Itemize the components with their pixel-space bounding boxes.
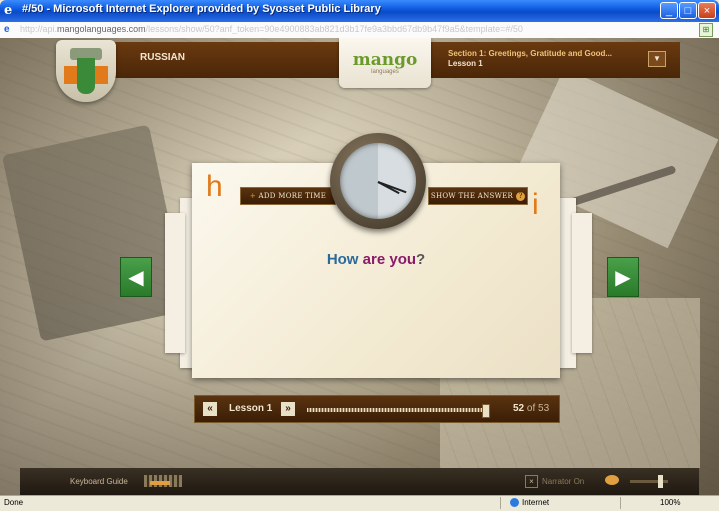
passport-background (1, 124, 189, 342)
section-name: Section 1: Greetings, Gratitude and Good… (448, 49, 613, 58)
narrator-toggle[interactable]: × (525, 475, 538, 488)
add-time-label: ADD MORE TIME (258, 192, 327, 200)
next-card-button[interactable]: ▶ (607, 257, 639, 297)
url-prefix: http://api. (20, 24, 58, 34)
chevron-down-icon[interactable]: ▼ (648, 51, 666, 67)
add-more-time-button[interactable]: + ADD MORE TIME (240, 187, 336, 205)
card-progress-slider[interactable] (307, 404, 491, 418)
keyboard-guide-label[interactable]: Keyboard Guide (70, 477, 128, 486)
question-icon: ? (516, 192, 526, 201)
narrator-label: Narrator On (542, 477, 585, 486)
keyboard-highlight (150, 481, 170, 485)
phrase-punct: ? (416, 251, 426, 268)
logo-text: mango (352, 50, 418, 70)
logo-subtext: languages (371, 69, 399, 75)
zone-label: Internet (522, 498, 550, 507)
ie-icon: e (4, 3, 13, 18)
volume-knob[interactable] (658, 475, 663, 488)
card-counter: 52 of 53 (513, 403, 549, 414)
page-icon: e (4, 24, 10, 35)
show-answer-label: SHOW THE ANSWER (430, 192, 514, 200)
url-rest: /lessons/show/50?anf_token=90e4900883ab8… (145, 24, 523, 34)
card-stack-left-2 (165, 213, 185, 353)
card-total: of 53 (526, 403, 550, 414)
card-stack-right-2 (572, 213, 592, 353)
section-lesson: Lesson 1 (448, 59, 483, 68)
zoom-level[interactable]: 100% (660, 498, 680, 507)
phrase-word-are-you: are you (362, 251, 417, 268)
address-bar[interactable]: e http://api.mangolanguages.com/lessons/… (0, 22, 719, 39)
minimize-button[interactable]: _ (660, 2, 678, 19)
keyboard-icon[interactable] (144, 475, 182, 487)
lesson-nav-bar: « Lesson 1 » 52 of 53 (194, 395, 560, 423)
timer-clock-icon (330, 133, 426, 229)
volume-slider[interactable] (630, 475, 668, 488)
phrase-word-how: How (326, 251, 359, 268)
maximize-button[interactable]: □ (679, 2, 697, 19)
app-viewport: RUSSIAN Section 1: Greetings, Gratitude … (0, 38, 719, 495)
status-divider-2 (620, 497, 621, 509)
feed-icon[interactable]: ⊞ (699, 23, 713, 37)
status-bar: Done Internet 100% (0, 495, 719, 511)
phrase-text: How are you? (192, 251, 560, 268)
url-domain: mangolanguages.com (57, 24, 146, 34)
language-crest-icon (56, 40, 116, 102)
mango-logo[interactable]: mango languages (339, 38, 431, 88)
status-divider (500, 497, 501, 509)
url-text[interactable]: http://api.mangolanguages.com/lessons/sh… (20, 24, 680, 34)
language-label: RUSSIAN (140, 52, 186, 63)
globe-icon (510, 498, 519, 508)
crest-mid (77, 58, 95, 94)
status-text: Done (4, 498, 24, 507)
section-title[interactable]: Section 1: Greetings, Gratitude and Good… (448, 49, 612, 69)
card-progress-thumb[interactable] (482, 404, 491, 418)
hint-i-label: i (532, 188, 539, 221)
prev-lesson-button[interactable]: « (203, 402, 217, 416)
app-footer: Keyboard Guide × Narrator On (20, 468, 699, 495)
speech-bubble-icon[interactable] (605, 475, 619, 485)
plus-icon: + (249, 192, 256, 200)
security-zone: Internet (510, 498, 550, 508)
window-titlebar[interactable]: e #/50 - Microsoft Internet Explorer pro… (0, 0, 719, 22)
window-title: #/50 - Microsoft Internet Explorer provi… (22, 3, 381, 15)
card-progress-fill (307, 408, 487, 412)
hint-h-label: h (206, 170, 223, 203)
lesson-label: Lesson 1 (229, 403, 273, 414)
close-button[interactable]: × (698, 2, 716, 19)
next-lesson-button[interactable]: » (281, 402, 295, 416)
prev-card-button[interactable]: ◀ (120, 257, 152, 297)
card-current: 52 (513, 403, 525, 414)
show-answer-button[interactable]: SHOW THE ANSWER? (428, 187, 528, 205)
